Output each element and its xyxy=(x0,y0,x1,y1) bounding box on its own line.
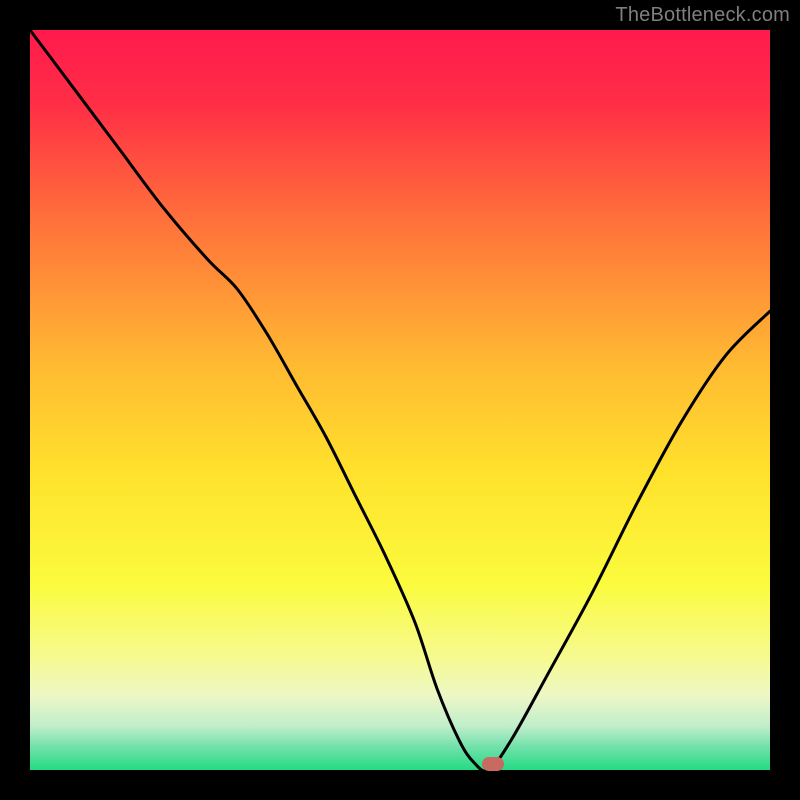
curve-layer xyxy=(30,30,770,770)
chart-frame: TheBottleneck.com xyxy=(0,0,800,800)
watermark-text: TheBottleneck.com xyxy=(615,4,790,27)
plot-area xyxy=(30,30,770,770)
optimal-point-marker xyxy=(482,757,504,771)
bottleneck-curve xyxy=(30,30,770,770)
